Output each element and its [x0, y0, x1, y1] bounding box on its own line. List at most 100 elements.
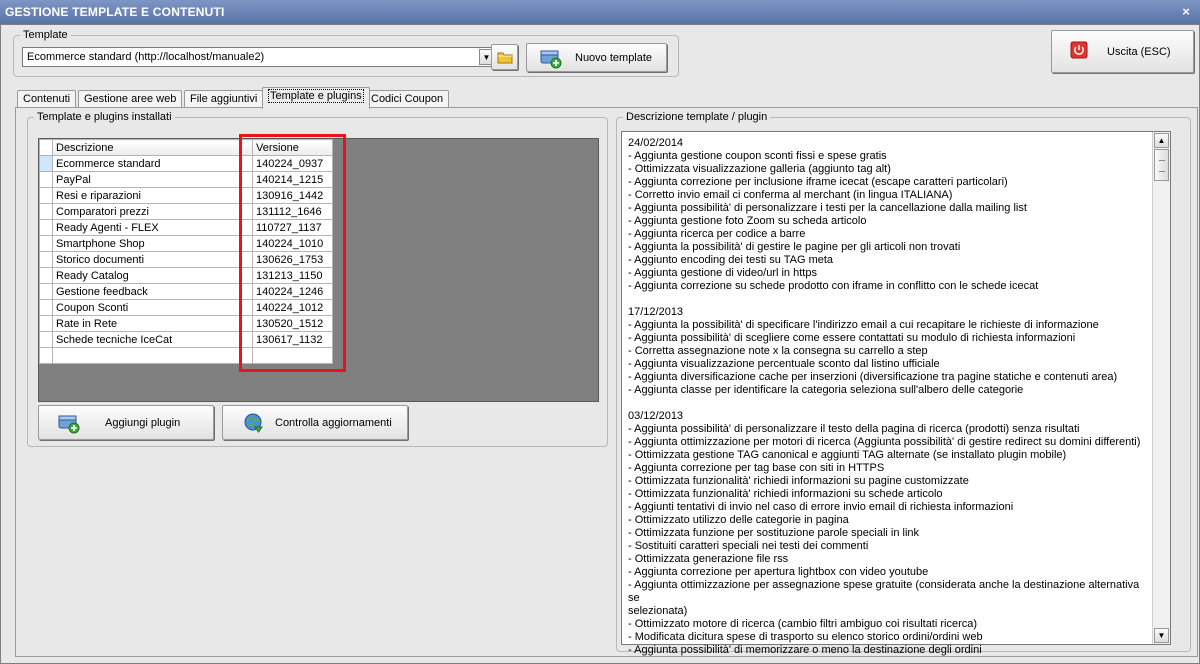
description-line: - Aggiunta possibilità' di personalizzar… [628, 423, 1080, 435]
cell-descrizione[interactable]: Comparatori prezzi [52, 203, 253, 220]
description-legend: Descrizione template / plugin [623, 111, 771, 123]
cell-descrizione[interactable]: Ecommerce standard [52, 155, 253, 172]
template-legend: Template [20, 29, 71, 41]
power-icon [1070, 41, 1088, 59]
row-header-corner [39, 139, 53, 156]
scroll-up-icon[interactable]: ▲ [1154, 133, 1169, 148]
cell-empty[interactable] [52, 347, 253, 364]
description-line: - Aggiunta correzione per inclusione ifr… [628, 176, 1008, 188]
description-line: - Aggiunta la possibilità' di gestire le… [628, 241, 961, 253]
version-highlight [239, 134, 346, 372]
description-line: 03/12/2013 [628, 410, 684, 422]
description-line [628, 293, 1148, 306]
description-line: - Ottimizzato motore di ricerca (cambio … [628, 618, 978, 630]
tab-template-e-plugins[interactable]: Template e plugins [262, 87, 370, 109]
description-line: - Corretto invio email ci conferma al me… [628, 189, 953, 201]
description-line: 17/12/2013 [628, 306, 684, 318]
description-line: - Aggiunta visualizzazione percentuale s… [628, 358, 940, 370]
description-line: - Ottimizzata visualizzazione galleria (… [628, 163, 891, 175]
cell-descrizione[interactable]: Resi e riparazioni [52, 187, 253, 204]
description-line [628, 397, 1148, 410]
row-selector[interactable] [39, 299, 53, 316]
row-selector[interactable] [39, 315, 53, 332]
template-select-value: Ecommerce standard (http://localhost/man… [27, 51, 265, 63]
cell-descrizione[interactable]: Smartphone Shop [52, 235, 253, 252]
tab-contenuti[interactable]: Contenuti [17, 90, 77, 108]
cell-descrizione[interactable]: Schede tecniche IceCat [52, 331, 253, 348]
globe-update-icon [244, 413, 263, 433]
plugins-legend: Template e plugins installati [34, 111, 175, 123]
folder-icon [497, 52, 513, 64]
description-line: - Aggiunta ottimizzazione per assegnazio… [628, 579, 1140, 604]
description-line: - Aggiunta correzione per apertura light… [628, 566, 929, 578]
description-scrollbar[interactable]: ▲ ▼ [1152, 132, 1170, 644]
cell-descrizione[interactable]: Ready Agenti - FLEX [52, 219, 253, 236]
description-line: - Aggiunta possibilità' di memorizzare o… [628, 644, 982, 656]
row-selector[interactable] [39, 235, 53, 252]
description-line: - Aggiunta gestione foto Zoom su scheda … [628, 215, 867, 227]
cell-descrizione[interactable]: Rate in Rete [52, 315, 253, 332]
description-line: - Aggiunta la possibilità' di specificar… [628, 319, 1099, 331]
row-selector[interactable] [39, 203, 53, 220]
new-template-button[interactable]: Nuovo template [526, 43, 667, 72]
description-line: - Aggiunta possibilità' di personalizzar… [628, 202, 1027, 214]
exit-button[interactable]: Uscita (ESC) [1051, 30, 1194, 73]
scroll-down-icon[interactable]: ▼ [1154, 628, 1169, 643]
row-selector[interactable] [39, 251, 53, 268]
scroll-thumb[interactable] [1154, 149, 1169, 181]
description-line: - Aggiunta gestione di video/url in http… [628, 267, 817, 279]
column-header-descrizione[interactable]: Descrizione [52, 139, 253, 156]
close-icon[interactable]: × [1178, 4, 1194, 20]
tab-gestione-aree-web[interactable]: Gestione aree web [78, 90, 183, 108]
exit-label: Uscita (ESC) [1107, 45, 1171, 58]
cell-descrizione[interactable]: Storico documenti [52, 251, 253, 268]
template-group: Template Ecommerce standard (http://loca… [13, 29, 679, 77]
cell-descrizione[interactable]: PayPal [52, 171, 253, 188]
row-selector[interactable] [39, 171, 53, 188]
description-line: - Ottimizzata generazione file rss [628, 553, 789, 565]
description-line: - Aggiunto encoding dei testi su TAG met… [628, 254, 834, 266]
description-line: - Ottimizzata gestione TAG canonical e a… [628, 449, 1067, 461]
description-line: - Ottimizzata funzione per sostituzione … [628, 527, 920, 539]
tab-panel: Template e plugins installati Descrizion… [15, 107, 1198, 657]
add-plugin-label: Aggiungi plugin [105, 416, 181, 429]
check-updates-button[interactable]: Controlla aggiornamenti [222, 405, 408, 440]
description-line: - Ottimizzata funzionalità' richiedi inf… [628, 488, 943, 500]
row-selector[interactable] [39, 187, 53, 204]
row-selector[interactable] [39, 331, 53, 348]
description-line: - Aggiunta ottimizzazione per motori di … [628, 436, 1141, 448]
template-select[interactable]: Ecommerce standard (http://localhost/man… [22, 47, 496, 67]
description-line: - Ottimizzata funzionalità' richiedi inf… [628, 475, 969, 487]
description-line: - Corretta assegnazione note x la conseg… [628, 345, 928, 357]
row-selector[interactable] [39, 283, 53, 300]
check-updates-label: Controlla aggiornamenti [275, 416, 392, 429]
description-textarea[interactable]: 24/02/2014- Aggiunta gestione coupon sco… [621, 131, 1171, 656]
description-line: - Ottimizzato utilizzo delle categorie i… [628, 514, 849, 526]
open-folder-button[interactable] [491, 44, 518, 70]
description-text: 24/02/2014- Aggiunta gestione coupon sco… [628, 137, 1148, 657]
new-template-label: Nuovo template [575, 51, 653, 64]
description-line: - Aggiunta diversificazione cache per in… [628, 371, 1118, 383]
description-line: - Modificata dicitura spese di trasporto… [628, 631, 983, 643]
description-line: selezionata) [628, 605, 688, 617]
description-line: - Aggiunta gestione coupon sconti fissi … [628, 150, 887, 162]
cell-descrizione[interactable]: Coupon Sconti [52, 299, 253, 316]
tab-file-aggiuntivi[interactable]: File aggiuntivi [184, 90, 264, 108]
row-selector[interactable] [39, 267, 53, 284]
description-line: 24/02/2014 [628, 137, 684, 149]
cell-descrizione[interactable]: Gestione feedback [52, 283, 253, 300]
package-add-icon [58, 415, 80, 434]
window-title: GESTIONE TEMPLATE E CONTENUTI [5, 5, 225, 19]
tab-codici-coupon[interactable]: Codici Coupon [365, 90, 450, 108]
row-selector[interactable] [39, 347, 53, 364]
cell-descrizione[interactable]: Ready Catalog [52, 267, 253, 284]
description-line: - Aggiunta correzione su schede prodotto… [628, 280, 1039, 292]
title-bar: GESTIONE TEMPLATE E CONTENUTI × [0, 0, 1200, 24]
description-line: - Sostituiti caratteri speciali nei test… [628, 540, 869, 552]
description-line: - Aggiunta classe per identificare la ca… [628, 384, 1024, 396]
row-selector[interactable] [39, 219, 53, 236]
description-line: - Aggiunti tentativi di invio nel caso d… [628, 501, 1014, 513]
add-plugin-button[interactable]: Aggiungi plugin [38, 405, 214, 440]
row-selector[interactable] [39, 155, 53, 172]
description-line: - Aggiunta possibilità' di scegliere com… [628, 332, 1076, 344]
